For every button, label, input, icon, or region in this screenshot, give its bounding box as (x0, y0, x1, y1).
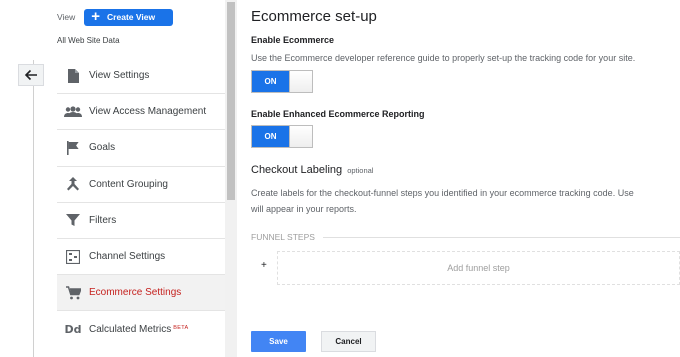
back-button[interactable] (18, 64, 44, 86)
funnel-steps-header: FUNNEL STEPS (251, 231, 680, 243)
nav-item-label: Calculated Metrics (89, 323, 172, 335)
nav-item-content-grouping[interactable]: Content Grouping (57, 167, 225, 203)
optional-label: optional (347, 166, 374, 175)
nav-item-label: Channel Settings (89, 251, 166, 263)
nav-item-calculated-metrics[interactable]: Dd Calculated Metrics BETA (57, 311, 225, 347)
admin-view-column: View + Create View All Web Site Data Vie… (0, 0, 237, 357)
toggle-knob (289, 71, 312, 92)
nav-item-label: Content Grouping (89, 178, 168, 190)
channel-icon (63, 248, 83, 266)
ecommerce-setup-panel: Ecommerce set-up Enable Ecommerce Use th… (237, 0, 680, 357)
nav-item-label: Goals (89, 142, 116, 154)
enhanced-ecommerce-toggle[interactable]: ON (251, 125, 313, 148)
plus-icon: + (91, 7, 101, 25)
scrollbar-thumb[interactable] (227, 2, 235, 200)
enhanced-ecommerce-title: Enable Enhanced Ecommerce Reporting (251, 109, 425, 119)
view-name[interactable]: All Web Site Data (57, 36, 120, 45)
funnel-steps-label: FUNNEL STEPS (251, 232, 315, 242)
cart-icon (63, 284, 83, 302)
arrow-left-icon (24, 69, 37, 81)
people-icon (63, 103, 83, 121)
flag-icon (63, 139, 83, 157)
toggle-on-label: ON (252, 126, 289, 147)
add-funnel-step-label: Add funnel step (447, 263, 510, 273)
page-title: Ecommerce set-up (251, 8, 377, 25)
checkout-labeling-description-cont: will appear in your reports. (251, 204, 357, 214)
nav-item-label: View Settings (89, 70, 150, 82)
nav-item-goals[interactable]: Goals (57, 130, 225, 167)
view-settings-nav: View Settings View Access Management Goa… (57, 58, 225, 348)
enable-ecommerce-description: Use the Ecommerce developer reference gu… (251, 53, 636, 63)
grouping-icon (63, 175, 83, 193)
nav-item-view-settings[interactable]: View Settings (57, 58, 225, 95)
toggle-knob (289, 126, 312, 147)
create-view-button[interactable]: + Create View (84, 7, 174, 26)
dd-icon: Dd (64, 322, 82, 336)
nav-item-view-access-management[interactable]: View Access Management (57, 94, 225, 131)
enable-ecommerce-title: Enable Ecommerce (251, 35, 335, 45)
beta-badge: BETA (173, 325, 189, 332)
nav-item-ecommerce-settings[interactable]: Ecommerce Settings (57, 275, 225, 312)
view-row: View + Create View (57, 7, 174, 26)
divider (322, 236, 680, 238)
filter-icon (63, 211, 83, 229)
checkout-labeling-description: Create labels for the checkout-funnel st… (251, 188, 634, 198)
create-view-label: Create View (107, 12, 156, 22)
checkout-labeling-title: Checkout Labeling optional (251, 164, 373, 176)
nav-item-channel-settings[interactable]: Channel Settings (57, 239, 225, 276)
add-funnel-step-button[interactable]: Add funnel step (277, 251, 680, 285)
enable-ecommerce-toggle[interactable]: ON (251, 70, 313, 93)
nav-item-label: View Access Management (89, 106, 207, 118)
document-icon (63, 67, 83, 85)
nav-item-label: Ecommerce Settings (89, 287, 182, 299)
view-label: View (57, 12, 76, 22)
plus-icon: + (261, 260, 267, 271)
divider (33, 60, 34, 357)
save-button[interactable]: Save (251, 331, 306, 352)
toggle-on-label: ON (252, 71, 289, 92)
checkout-labeling-label: Checkout Labeling (251, 164, 343, 176)
nav-item-filters[interactable]: Filters (57, 203, 225, 239)
nav-item-label: Filters (89, 214, 117, 226)
cancel-button[interactable]: Cancel (321, 331, 376, 352)
